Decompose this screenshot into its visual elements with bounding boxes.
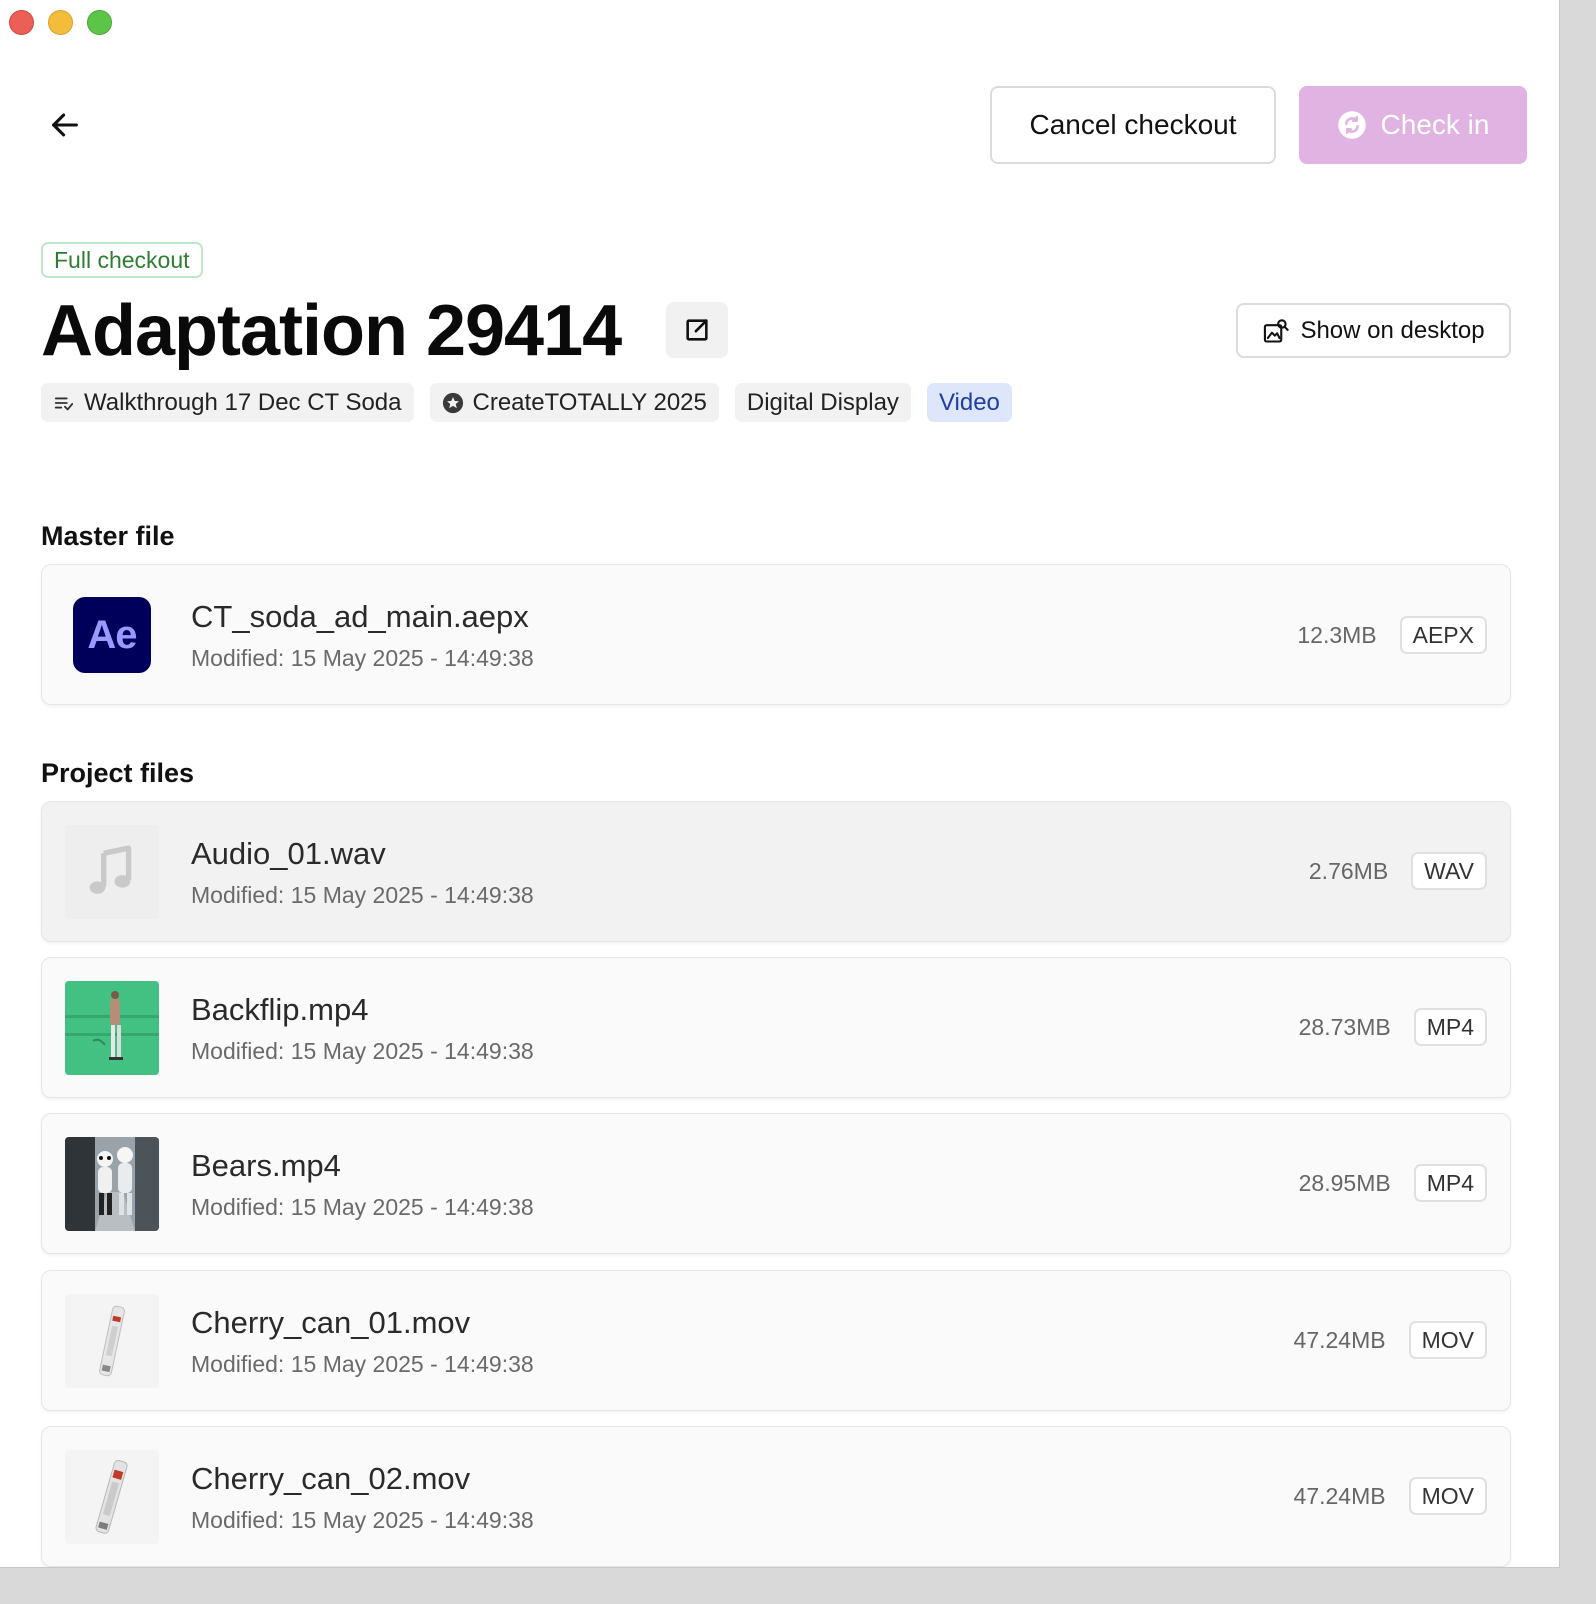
show-on-desktop-button[interactable]: Show on desktop [1236, 303, 1511, 358]
file-type-badge: MOV [1408, 1321, 1487, 1359]
file-name: Backflip.mp4 [191, 992, 369, 1027]
window-controls [9, 10, 112, 35]
tag-walkthrough[interactable]: Walkthrough 17 Dec CT Soda [41, 383, 414, 422]
file-size: 12.3MB [1297, 621, 1377, 648]
video-thumbnail-image [65, 1294, 159, 1388]
back-button[interactable] [40, 100, 90, 150]
open-external-button[interactable] [666, 302, 728, 358]
file-size: 47.24MB [1293, 1482, 1386, 1509]
file-size: 2.76MB [1308, 857, 1389, 884]
tag-channel[interactable]: Digital Display [734, 383, 911, 422]
file-modified: Modified: 15 May 2025 - 14:49:38 [191, 882, 534, 908]
project-file-card[interactable]: Bears.mp4 Modified: 15 May 2025 - 14:49:… [41, 1113, 1511, 1254]
file-meta: 28.73MB MP4 [1299, 1008, 1487, 1046]
cancel-checkout-button[interactable]: Cancel checkout [990, 86, 1276, 164]
tag-label: Digital Display [746, 388, 899, 416]
file-modified: Modified: 15 May 2025 - 14:49:38 [191, 1038, 534, 1064]
page-title: Adaptation 29414 [41, 291, 622, 371]
show-on-desktop-label: Show on desktop [1300, 316, 1485, 344]
star-badge-icon [442, 392, 463, 413]
cancel-checkout-label: Cancel checkout [1029, 109, 1237, 140]
file-meta: 47.24MB MOV [1294, 1477, 1487, 1515]
file-type-badge: MP4 [1413, 1164, 1487, 1202]
file-type-badge: MP4 [1413, 1008, 1487, 1046]
list-check-icon [54, 397, 74, 410]
file-thumbnail [65, 1294, 159, 1388]
file-modified: Modified: 15 May 2025 - 14:49:38 [191, 645, 534, 671]
checkout-status-label: Full checkout [54, 246, 190, 273]
file-meta: 28.95MB MP4 [1299, 1164, 1487, 1202]
file-thumbnail [65, 1137, 159, 1231]
file-size: 28.95MB [1298, 1169, 1391, 1196]
project-file-card[interactable]: Audio_01.wav Modified: 15 May 2025 - 14:… [41, 801, 1511, 942]
after-effects-icon: Ae [73, 597, 151, 673]
arrow-left-icon [52, 113, 78, 137]
project-file-card[interactable]: Cherry_can_02.mov Modified: 15 May 2025 … [41, 1426, 1511, 1567]
file-size: 28.73MB [1298, 1013, 1391, 1040]
external-link-icon [686, 319, 708, 341]
file-meta: 47.24MB MOV [1294, 1321, 1487, 1359]
tag-campaign[interactable]: CreateTOTALLY 2025 [429, 383, 719, 422]
file-name: Cherry_can_02.mov [191, 1461, 471, 1496]
file-size: 47.24MB [1293, 1326, 1386, 1353]
file-thumbnail [65, 981, 159, 1075]
file-name: CT_soda_ad_main.aepx [191, 599, 529, 634]
tag-format[interactable]: Video [926, 383, 1012, 422]
file-modified: Modified: 15 May 2025 - 14:49:38 [191, 1351, 534, 1377]
music-note-icon [89, 845, 132, 894]
tag-label: Video [938, 388, 1000, 416]
file-type-badge: WAV [1411, 852, 1487, 890]
file-thumbnail [65, 1450, 159, 1544]
sync-icon [1337, 111, 1366, 139]
file-type-badge: AEPX [1399, 616, 1487, 654]
project-file-card[interactable]: Cherry_can_01.mov Modified: 15 May 2025 … [41, 1270, 1511, 1411]
file-meta: 2.76MB WAV [1309, 852, 1487, 890]
master-file-card[interactable]: Ae CT_soda_ad_main.aepx Modified: 15 May… [41, 564, 1511, 705]
tag-label: Walkthrough 17 Dec CT Soda [84, 388, 402, 416]
file-thumbnail: Ae [73, 597, 151, 673]
master-file-heading: Master file [41, 521, 175, 551]
file-modified: Modified: 15 May 2025 - 14:49:38 [191, 1507, 534, 1533]
adaptation-tags: Walkthrough 17 Dec CT Soda CreateTOTALLY… [41, 383, 1012, 422]
checkout-status-badge: Full checkout [41, 242, 203, 278]
video-thumbnail-image [65, 1450, 159, 1544]
video-thumbnail-image [65, 981, 159, 1075]
minimize-window-button[interactable] [48, 10, 73, 35]
file-modified: Modified: 15 May 2025 - 14:49:38 [191, 1194, 534, 1220]
maximize-window-button[interactable] [87, 10, 112, 35]
file-type-badge: MOV [1408, 1477, 1487, 1515]
file-meta: 12.3MB AEPX [1297, 616, 1487, 654]
tag-label: CreateTOTALLY 2025 [472, 388, 707, 416]
file-name: Audio_01.wav [191, 836, 386, 871]
check-in-button[interactable]: Check in [1299, 86, 1527, 164]
desktop-folder-icon [1264, 318, 1290, 343]
close-window-button[interactable] [9, 10, 34, 35]
video-thumbnail-image [65, 1137, 159, 1231]
app-window: Cancel checkout Check in Full checkout A… [0, 0, 1560, 1568]
project-files-heading: Project files [41, 758, 195, 788]
file-name: Cherry_can_01.mov [191, 1305, 471, 1340]
project-file-card[interactable]: Backflip.mp4 Modified: 15 May 2025 - 14:… [41, 957, 1511, 1098]
check-in-label: Check in [1380, 109, 1490, 140]
after-effects-icon-text: Ae [87, 612, 137, 657]
file-thumbnail [65, 825, 159, 919]
file-name: Bears.mp4 [191, 1148, 341, 1183]
